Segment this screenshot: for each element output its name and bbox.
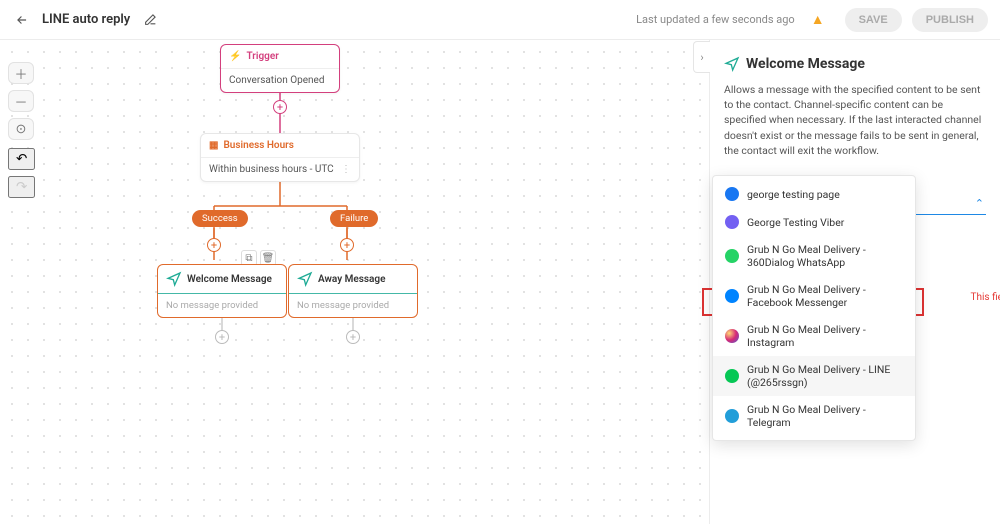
trigger-body: Conversation Opened (221, 69, 339, 92)
channel-option-label: George Testing Viber (747, 216, 844, 229)
channel-option-label: Grub N Go Meal Delivery - 360Dialog What… (747, 243, 903, 269)
chevron-up-icon: ⌃ (975, 197, 984, 210)
trigger-title: Trigger (246, 51, 278, 62)
channel-icon (725, 329, 739, 343)
add-success-step[interactable]: + (207, 238, 221, 252)
field-error-text: This field is required (971, 292, 1000, 303)
channel-icon (725, 369, 739, 383)
node-trigger[interactable]: ⚡ Trigger Conversation Opened (220, 44, 340, 93)
channel-option[interactable]: Grub N Go Meal Delivery - Facebook Messe… (713, 276, 915, 316)
hours-title: Business Hours (223, 140, 293, 151)
hours-body: Within business hours - UTC (209, 164, 334, 175)
edit-title-button[interactable] (140, 10, 160, 30)
away-title: Away Message (318, 274, 386, 285)
undo-button[interactable]: ↶ (8, 148, 35, 170)
add-after-trigger[interactable]: + (273, 100, 287, 114)
channel-option-label: george testing page (747, 188, 840, 201)
side-panel: › Welcome Message Allows a message with … (709, 40, 1000, 524)
channel-option[interactable]: George Testing Viber (713, 208, 915, 236)
away-body: No message provided (289, 294, 417, 317)
channel-option-label: Grub N Go Meal Delivery - Instagram (747, 323, 903, 349)
warning-icon: ▲ (811, 11, 825, 28)
panel-title-text: Welcome Message (746, 56, 865, 72)
add-failure-step[interactable]: + (340, 238, 354, 252)
node-away-message[interactable]: Away Message No message provided (288, 264, 418, 318)
add-after-welcome[interactable]: + (215, 330, 229, 344)
channel-icon (725, 249, 739, 263)
panel-description: Allows a message with the specified cont… (724, 82, 986, 158)
channel-icon (725, 187, 739, 201)
zoom-out-button[interactable]: － (8, 90, 34, 112)
channel-option[interactable]: Grub N Go Meal Delivery - Telegram (713, 396, 915, 436)
channel-option[interactable]: Grub N Go Meal Delivery - 360Dialog What… (713, 236, 915, 276)
channel-icon (725, 289, 739, 303)
send-icon (724, 56, 740, 72)
welcome-title: Welcome Message (187, 274, 272, 285)
publish-button[interactable]: PUBLISH (912, 8, 988, 32)
branch-success[interactable]: Success (192, 210, 248, 227)
channel-option[interactable]: Grub N Go Meal Delivery - Instagram (713, 316, 915, 356)
save-button[interactable]: SAVE (845, 8, 902, 32)
fit-view-button[interactable]: ⊙ (8, 118, 34, 140)
last-updated-text: Last updated a few seconds ago (636, 13, 795, 26)
branch-failure[interactable]: Failure (330, 210, 378, 227)
back-button[interactable] (12, 10, 32, 30)
add-after-away[interactable]: + (346, 330, 360, 344)
channel-option[interactable]: george testing page (713, 180, 915, 208)
channel-option[interactable]: Grub N Go Meal Delivery - LINE (@265rssg… (713, 356, 915, 396)
channel-icon (725, 215, 739, 229)
trigger-icon: ⚡ (229, 51, 241, 62)
channel-option-label: Grub N Go Meal Delivery - LINE (@265rssg… (747, 363, 903, 389)
zoom-in-button[interactable]: ＋ (8, 62, 34, 84)
panel-title: Welcome Message (724, 56, 986, 72)
workflow-canvas[interactable]: ＋ － ⊙ ↶ ↷ ⚡ Trigger Conversation Opened +… (0, 40, 709, 524)
welcome-body: No message provided (158, 294, 286, 317)
workflow-title: LINE auto reply (42, 12, 130, 27)
send-icon (166, 271, 182, 287)
top-bar: LINE auto reply Last updated a few secon… (0, 0, 1000, 40)
calendar-icon: ▦ (209, 140, 218, 151)
drag-handle-icon[interactable]: ⋮ (341, 164, 351, 175)
channel-option-label: Grub N Go Meal Delivery - Telegram (747, 403, 903, 429)
node-welcome-message[interactable]: Welcome Message No message provided (157, 264, 287, 318)
node-business-hours[interactable]: ▦ Business Hours Within business hours - … (200, 133, 360, 182)
channel-option-label: Grub N Go Meal Delivery - Facebook Messe… (747, 283, 903, 309)
collapse-panel-button[interactable]: › (693, 41, 710, 73)
redo-button[interactable]: ↷ (8, 176, 35, 198)
send-icon (297, 271, 313, 287)
channel-icon (725, 409, 739, 423)
channel-dropdown: george testing page George Testing Viber G… (712, 175, 916, 441)
